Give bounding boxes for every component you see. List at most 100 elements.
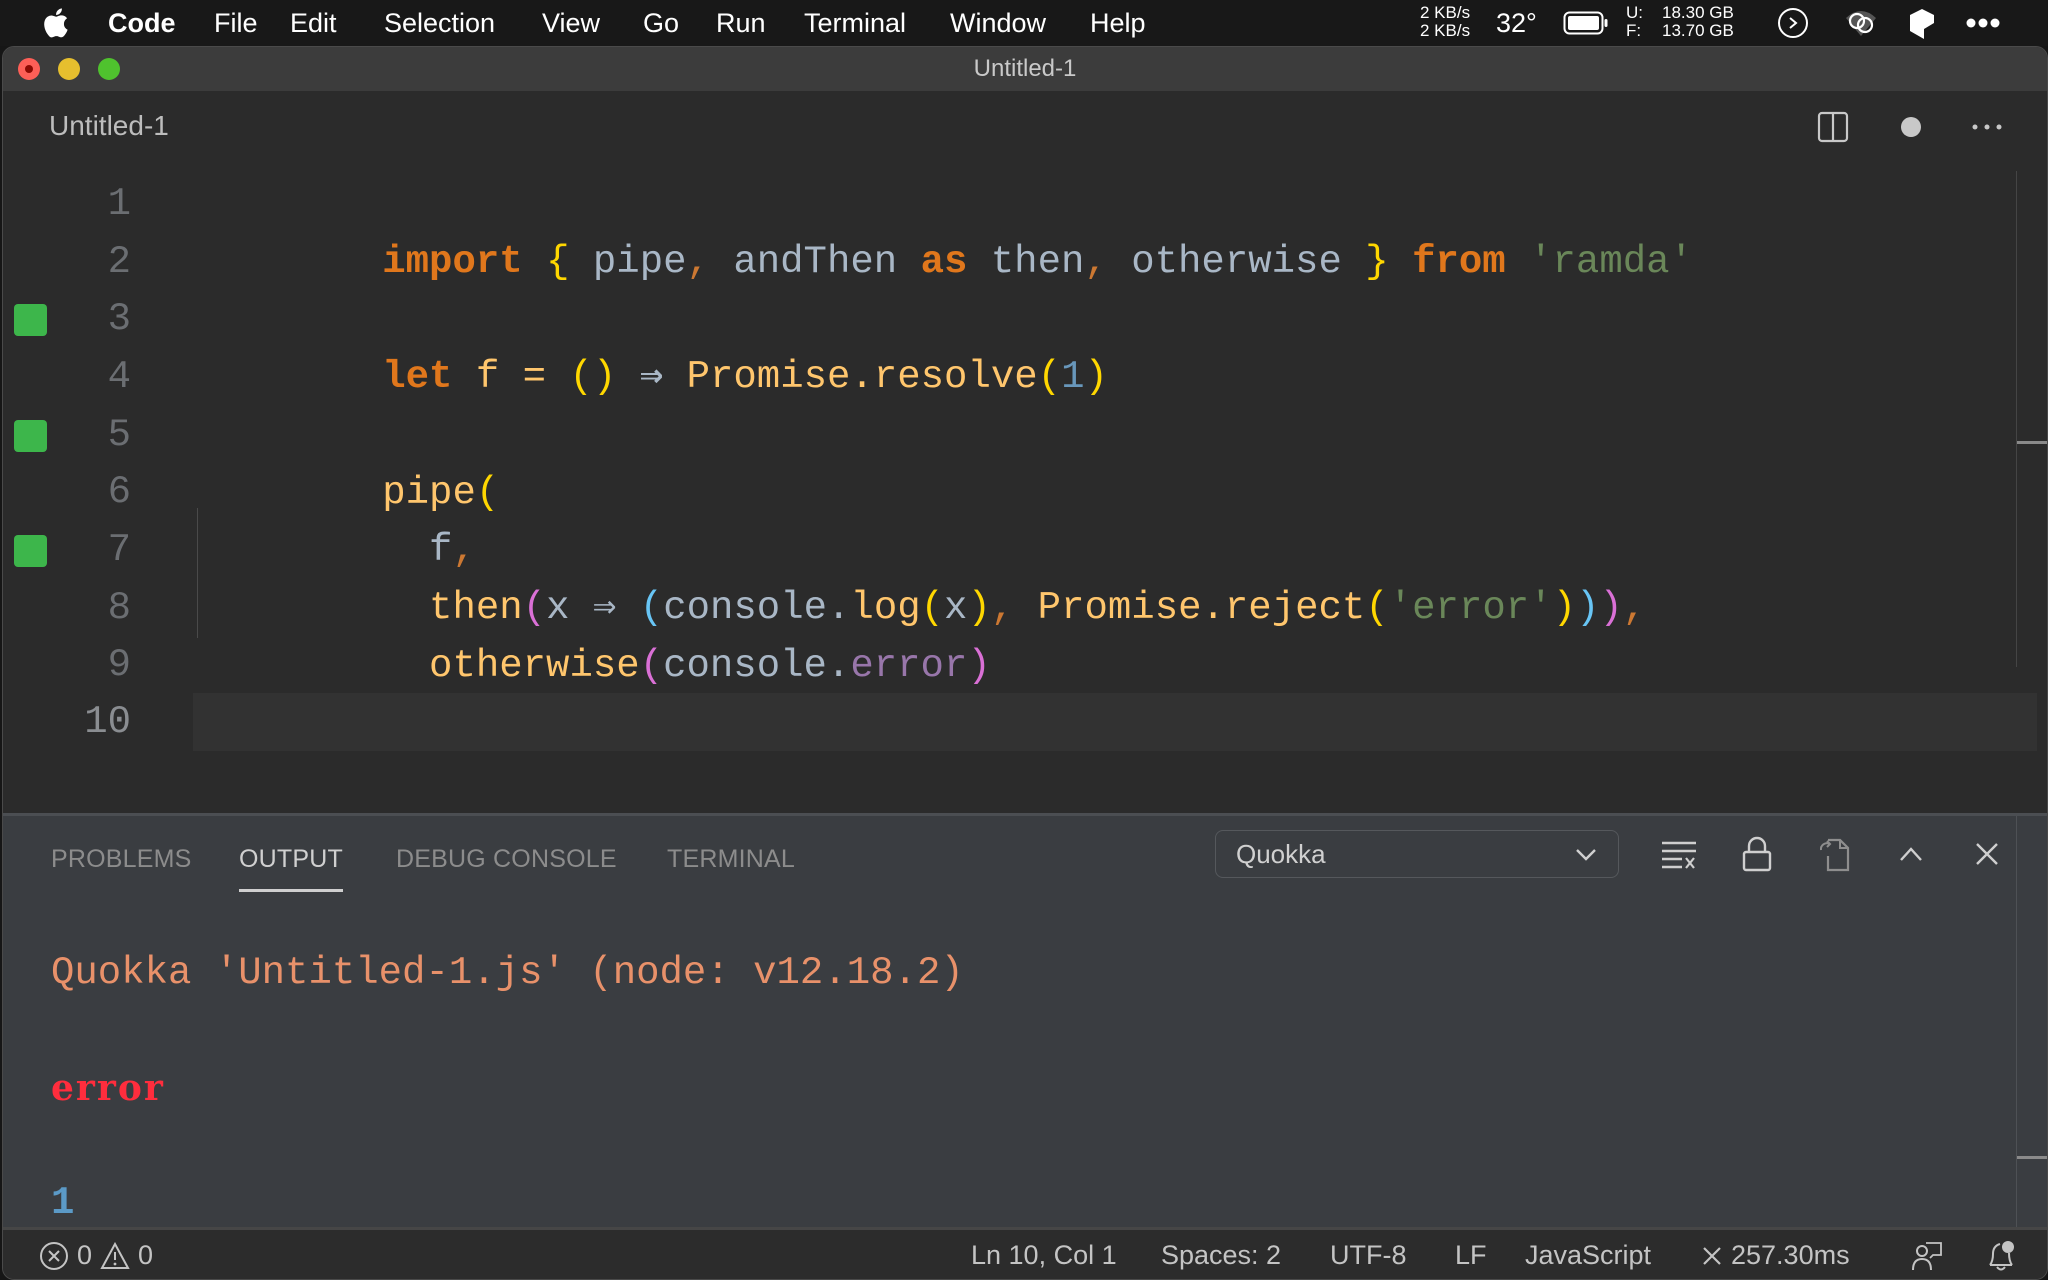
menu-go[interactable]: Go <box>643 0 679 46</box>
scrollbar-cursor-marker <box>2017 441 2047 444</box>
battery-icon[interactable] <box>1563 11 1609 35</box>
quokka-x-icon <box>1703 1246 1721 1265</box>
line-number: 10 <box>84 700 131 744</box>
chevron-down-icon <box>1576 849 1596 861</box>
line-number: 2 <box>107 240 131 284</box>
feedback-button[interactable] <box>1911 1230 1943 1279</box>
line-number: 3 <box>107 297 131 341</box>
tab-terminal[interactable]: TERMINAL <box>667 836 795 882</box>
lock-icon <box>1742 836 1772 872</box>
bell-notification-icon <box>1989 1240 2014 1270</box>
warning-count: 0 <box>138 1240 154 1270</box>
menu-app-name[interactable]: Code <box>108 0 176 46</box>
dirty-dot-icon <box>1901 117 1921 137</box>
feedback-person-icon <box>1912 1241 1942 1270</box>
wifi-link-icon[interactable] <box>1842 8 1880 38</box>
line-number: 9 <box>107 643 131 687</box>
line-number: 8 <box>107 586 131 630</box>
open-log-file-button[interactable] <box>1815 834 1855 874</box>
output-error-line: error <box>51 1067 165 1109</box>
quokka-status[interactable]: 257.30ms <box>1701 1230 1850 1279</box>
code-line-8[interactable]: 8 otherwise(console.error) <box>3 579 2047 688</box>
network-upload-speed: 2 KB/s <box>1420 3 1471 22</box>
network-download-speed: 2 KB/s <box>1420 21 1471 40</box>
menu-terminal[interactable]: Terminal <box>804 0 906 46</box>
coverage-indicator <box>14 420 47 452</box>
lock-scroll-button[interactable] <box>1737 834 1777 874</box>
language-mode[interactable]: JavaScript <box>1525 1230 1651 1279</box>
menu-selection[interactable]: Selection <box>384 0 495 46</box>
line-number: 7 <box>107 528 131 572</box>
output-panel: PROBLEMS OUTPUT DEBUG CONSOLE TERMINAL Q… <box>3 813 2047 1230</box>
disk-free-label: F: <box>1626 21 1642 40</box>
disk-used-value: 18.30 GB <box>1662 3 1734 22</box>
line-number: 1 <box>107 182 131 226</box>
disk-free-value: 13.70 GB <box>1662 21 1734 40</box>
code-line-7[interactable]: 7 then(x ⇒ (console.log(x), Promise.reje… <box>3 521 2047 630</box>
macos-menu-bar: Code File Edit Selection View Go Run Ter… <box>0 0 2048 46</box>
app-cube-icon[interactable] <box>1908 7 1936 41</box>
menu-run[interactable]: Run <box>716 0 766 46</box>
line-number: 4 <box>107 355 131 399</box>
panel-scrollbar-track[interactable] <box>2016 816 2017 1230</box>
menu-edit[interactable]: Edit <box>290 0 337 46</box>
code-line-6[interactable]: 6 f, <box>3 463 2047 572</box>
menu-window[interactable]: Window <box>950 0 1046 46</box>
output-channel-value: Quokka <box>1236 839 1326 869</box>
split-editor-button[interactable] <box>1815 109 1851 145</box>
apple-logo-icon[interactable] <box>40 7 70 39</box>
maximize-panel-button[interactable] <box>1891 834 1931 874</box>
menu-file[interactable]: File <box>214 0 258 46</box>
error-count: 0 <box>77 1240 93 1270</box>
quokka-run-time: 257.30ms <box>1731 1240 1850 1270</box>
coverage-indicator <box>14 304 47 336</box>
cursor-position[interactable]: Ln 10, Col 1 <box>971 1230 1117 1279</box>
overview-ruler[interactable] <box>2016 171 2017 667</box>
problems-status[interactable]: 0 0 <box>39 1230 154 1279</box>
close-panel-button[interactable] <box>1967 834 2007 874</box>
open-file-icon <box>1819 838 1850 872</box>
cpu-temperature[interactable]: 32° <box>1496 0 1537 46</box>
title-bar[interactable]: Untitled-1 <box>3 47 2047 91</box>
code-line-2[interactable]: 2 <box>3 233 2047 291</box>
code-line-1[interactable]: 1 import { pipe, andThen as then, otherw… <box>3 175 2047 284</box>
tab-problems[interactable]: PROBLEMS <box>51 836 192 882</box>
menu-help[interactable]: Help <box>1090 0 1146 46</box>
code-line-10[interactable]: 10 <box>3 693 2047 751</box>
tab-untitled-1[interactable]: Untitled-1 <box>49 91 169 161</box>
output-header-line: Quokka 'Untitled-1.js' (node: v12.18.2) <box>51 951 964 995</box>
status-bar: 0 0 Ln 10, Col 1 Spaces: 2 UTF-8 LF Java… <box>3 1227 2047 1279</box>
output-value-line: 1 <box>51 1181 75 1225</box>
more-menu-extras-icon[interactable] <box>1966 17 2000 29</box>
menu-view[interactable]: View <box>542 0 600 46</box>
code-line-9[interactable]: 9 )() <box>3 636 2047 745</box>
vscode-window: Untitled-1 Untitled-1 1 import { pipe, a… <box>2 46 2048 1280</box>
editor-tab-bar: Untitled-1 <box>3 91 2047 161</box>
line-number: 6 <box>107 470 131 514</box>
indentation-setting[interactable]: Spaces: 2 <box>1161 1230 1281 1279</box>
notifications-button[interactable] <box>1985 1230 2017 1279</box>
more-actions-button[interactable] <box>1969 109 2005 145</box>
tab-output[interactable]: OUTPUT <box>239 836 343 892</box>
code-line-4[interactable]: 4 <box>3 348 2047 406</box>
unsaved-changes-indicator[interactable] <box>1893 109 1929 145</box>
output-channel-select[interactable]: Quokka <box>1215 830 1619 878</box>
disk-used-label: U: <box>1626 3 1643 22</box>
chevron-up-icon <box>1900 847 1922 861</box>
code-line-3[interactable]: 3 let f = () ⇒ Promise.resolve(1) <box>3 290 2047 399</box>
file-encoding[interactable]: UTF-8 <box>1330 1230 1407 1279</box>
warning-icon <box>100 1241 130 1269</box>
clear-output-icon <box>1662 841 1696 869</box>
tab-debug-console[interactable]: DEBUG CONSOLE <box>396 836 617 882</box>
clear-output-button[interactable] <box>1659 834 1699 874</box>
error-icon <box>40 1241 68 1270</box>
line-number: 5 <box>107 413 131 457</box>
coverage-indicator <box>14 535 47 567</box>
split-editor-icon <box>1817 111 1849 143</box>
window-title: Untitled-1 <box>973 55 1077 82</box>
end-of-line-sequence[interactable]: LF <box>1455 1230 1487 1279</box>
current-line-highlight <box>193 693 2037 751</box>
code-editor[interactable]: 1 import { pipe, andThen as then, otherw… <box>3 161 2047 813</box>
prompt-circle-icon[interactable] <box>1777 7 1809 39</box>
code-line-5[interactable]: 5 pipe( <box>3 406 2047 515</box>
